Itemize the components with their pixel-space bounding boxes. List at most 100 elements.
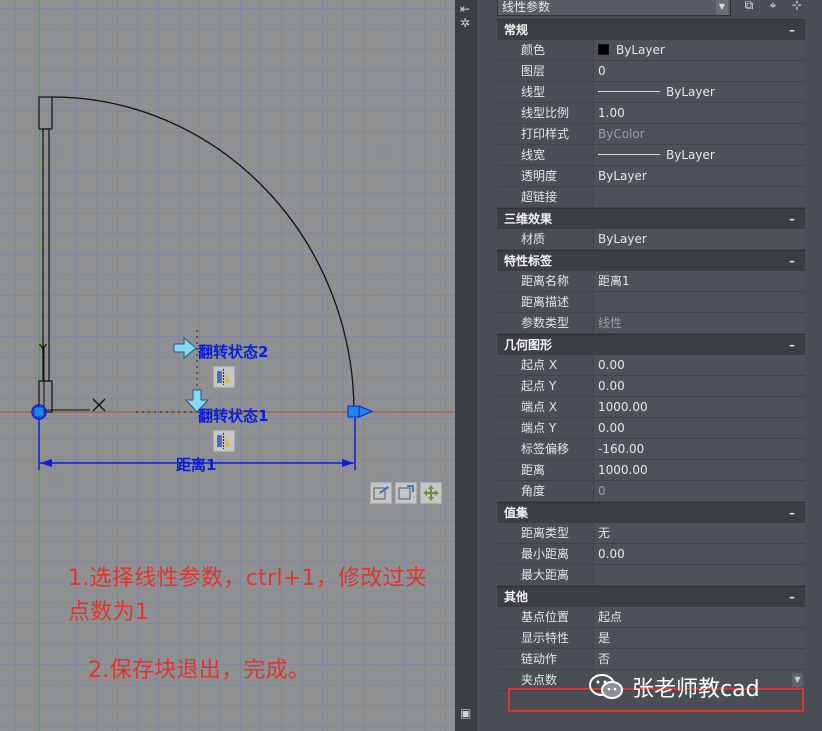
property-value[interactable]: 线性 xyxy=(594,313,805,333)
property-name: 端点 X xyxy=(497,397,594,417)
flip-state-1-label[interactable]: 翻转状态1 xyxy=(198,405,268,426)
collapse-icon[interactable]: – xyxy=(786,213,798,225)
property-row[interactable]: 最小距离 0.00 xyxy=(497,544,805,565)
property-name: 最小距离 xyxy=(497,544,594,564)
section-header[interactable]: 其他 – xyxy=(497,586,805,607)
property-row[interactable]: 端点 Y 0.00 xyxy=(497,418,805,439)
color-swatch xyxy=(598,44,609,55)
property-value[interactable]: ByLayer xyxy=(594,145,805,165)
section-header[interactable]: 特性标签 – xyxy=(497,250,805,271)
property-row[interactable]: 距离描述 xyxy=(497,292,805,313)
section-title: 常规 xyxy=(504,23,529,37)
toggle-pickadd-icon[interactable]: ⧉ xyxy=(741,0,757,14)
object-type-dropdown[interactable]: 线性参数 ▼ xyxy=(497,0,731,16)
palette-title-strip[interactable]: ⇤ ✲ 特性 ▣ xyxy=(455,0,478,731)
property-row[interactable]: 线型比例 1.00 xyxy=(497,103,805,124)
property-row[interactable]: 最大距离 xyxy=(497,565,805,586)
property-value[interactable]: 起点 xyxy=(594,607,805,627)
palette-menu-icon[interactable]: ▣ xyxy=(460,706,471,720)
property-value[interactable]: ByLayer xyxy=(594,82,805,102)
property-row[interactable]: 起点 Y 0.00 xyxy=(497,376,805,397)
property-value[interactable]: ByColor xyxy=(594,124,805,144)
collapse-icon[interactable]: – xyxy=(786,24,798,36)
edit-block-icon[interactable] xyxy=(370,482,392,504)
property-value[interactable]: 1.00 xyxy=(594,103,805,123)
collapse-icon[interactable]: – xyxy=(786,339,798,351)
distance-label[interactable]: 距离1 xyxy=(176,454,216,475)
property-value[interactable]: 是 xyxy=(594,628,805,648)
property-row[interactable]: 材质 ByLayer xyxy=(497,229,805,250)
property-value-text: 0.00 xyxy=(598,421,625,435)
section-header[interactable]: 常规 – xyxy=(497,19,805,40)
property-name: 打印样式 xyxy=(497,124,594,144)
section-header[interactable]: 三维效果 – xyxy=(497,208,805,229)
property-value-text: ByColor xyxy=(598,127,645,141)
move-icon[interactable] xyxy=(420,482,442,504)
property-value[interactable]: 否 xyxy=(594,649,805,669)
property-value[interactable] xyxy=(594,292,805,312)
door-swing-arc xyxy=(51,96,355,413)
property-name: 透明度 xyxy=(497,166,594,186)
property-value-text: 0.00 xyxy=(598,358,625,372)
property-value[interactable]: 1000.00 xyxy=(594,460,805,480)
property-row[interactable]: 链动作否 xyxy=(497,649,805,670)
chevron-down-icon[interactable]: ▼ xyxy=(716,0,728,15)
property-row[interactable]: 起点 X 0.00 xyxy=(497,355,805,376)
property-row[interactable]: 颜色 ByLayer xyxy=(497,40,805,61)
section-header[interactable]: 值集 – xyxy=(497,502,805,523)
instruction-line-3: 2.保存块退出，完成。 xyxy=(88,658,311,683)
flip-action-icon[interactable] xyxy=(213,366,235,388)
property-row[interactable]: 透明度 ByLayer xyxy=(497,166,805,187)
property-value[interactable]: ByLayer xyxy=(594,166,805,186)
property-value[interactable]: ByLayer xyxy=(594,40,805,60)
property-row[interactable]: 距离名称 距离1 xyxy=(497,271,805,292)
linetype-sample xyxy=(598,91,660,92)
property-row[interactable]: 线型 ByLayer xyxy=(497,82,805,103)
property-value[interactable]: 0 xyxy=(594,481,805,501)
property-value[interactable]: 0.00 xyxy=(594,376,805,396)
property-value-text: 0.00 xyxy=(598,379,625,393)
property-value[interactable]: 距离1 xyxy=(594,271,805,291)
property-row[interactable]: 图层 0 xyxy=(497,61,805,82)
drawing-canvas[interactable]: Y 翻转状态2 翻转状态1 距离1 1.选择线性参数，ctrl+1，修改过夹 点… xyxy=(0,0,455,731)
property-row[interactable]: 基点位置 起点 xyxy=(497,607,805,628)
property-value[interactable]: 0.00 xyxy=(594,355,805,375)
property-row[interactable]: 端点 X 1000.00 xyxy=(497,397,805,418)
quick-select-icon[interactable]: ⊹ xyxy=(789,0,805,14)
section-header[interactable]: 几何图形 – xyxy=(497,334,805,355)
property-row[interactable]: 距离类型无 xyxy=(497,523,805,544)
property-value[interactable] xyxy=(594,187,805,207)
flip-action-icon[interactable] xyxy=(213,430,235,452)
property-row[interactable]: 参数类型 线性 xyxy=(497,313,805,334)
property-value[interactable]: -160.00 xyxy=(594,439,805,459)
property-name: 距离名称 xyxy=(497,271,594,291)
property-value[interactable]: 0 xyxy=(594,61,805,81)
property-row[interactable]: 距离 1000.00 xyxy=(497,460,805,481)
property-value[interactable]: 0.00 xyxy=(594,418,805,438)
property-row[interactable]: 标签偏移 -160.00 xyxy=(497,439,805,460)
property-row[interactable]: 线宽 ByLayer xyxy=(497,145,805,166)
select-objects-icon[interactable]: ⌖ xyxy=(765,0,781,14)
property-row[interactable]: 打印样式 ByColor xyxy=(497,124,805,145)
property-row[interactable]: 角度 0 xyxy=(497,481,805,502)
save-block-icon[interactable] xyxy=(395,482,417,504)
property-value[interactable]: 0.00 xyxy=(594,544,805,564)
auto-hide-icon[interactable]: ⇤ xyxy=(460,2,470,16)
property-row[interactable]: 显示特性是 xyxy=(497,628,805,649)
property-name: 最大距离 xyxy=(497,565,594,585)
property-value[interactable]: 1000.00 xyxy=(594,397,805,417)
watermark-text: 张老师教cad xyxy=(632,677,760,702)
chevron-down-icon[interactable]: ▼ xyxy=(792,673,803,687)
property-value[interactable]: 无 xyxy=(594,523,805,543)
flip-state-2-label[interactable]: 翻转状态2 xyxy=(198,341,268,362)
collapse-icon[interactable]: – xyxy=(786,507,798,519)
property-value[interactable] xyxy=(594,565,805,585)
ucs-x-mark xyxy=(92,398,106,412)
collapse-icon[interactable]: – xyxy=(786,255,798,267)
settings-icon[interactable]: ✲ xyxy=(460,16,470,30)
property-value-text: 线性 xyxy=(598,316,623,330)
object-type-value: 线性参数 xyxy=(502,0,551,14)
collapse-icon[interactable]: – xyxy=(786,591,798,603)
property-row[interactable]: 超链接 xyxy=(497,187,805,208)
property-value[interactable]: ByLayer xyxy=(594,229,805,249)
